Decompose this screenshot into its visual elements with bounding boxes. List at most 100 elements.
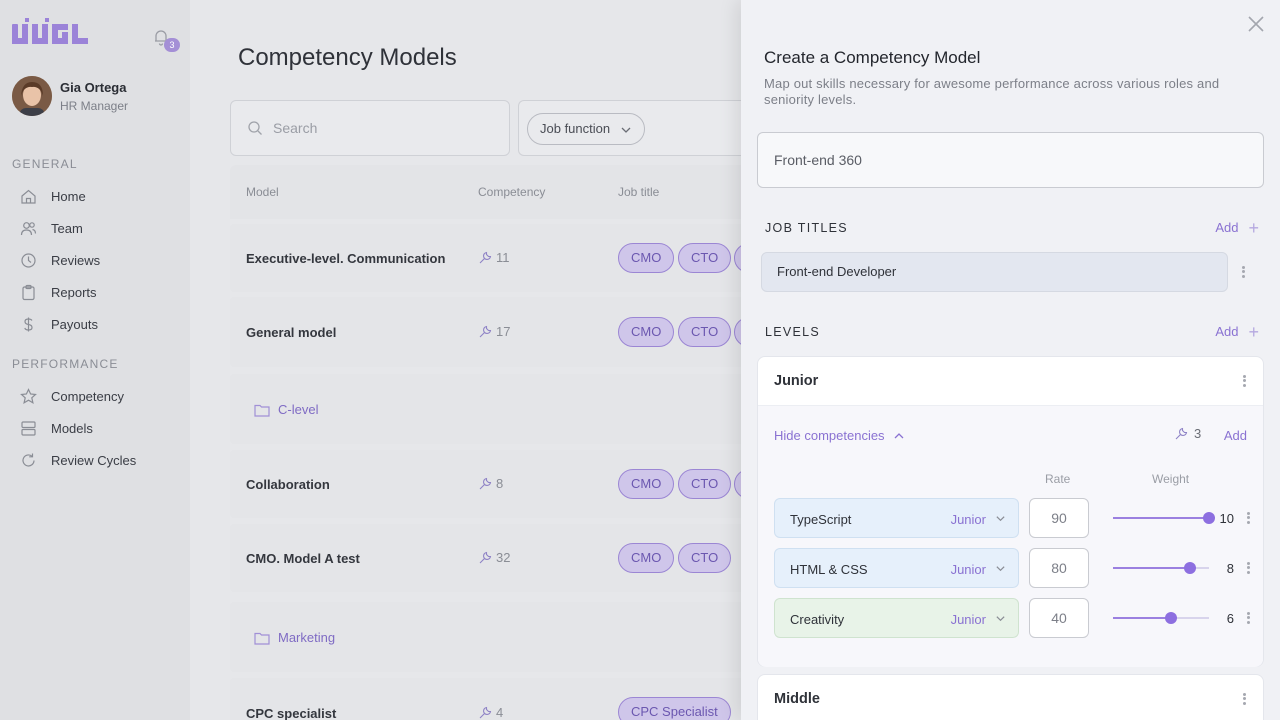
drawer-title: Create a Competency Model <box>764 48 981 67</box>
nav-section-performance: PERFORMANCE <box>12 357 119 371</box>
level-more-icon[interactable] <box>1236 691 1252 707</box>
chevron-down-icon <box>996 516 1005 522</box>
models-icon <box>21 420 36 436</box>
create-model-drawer: Create a Competency Model Map out skills… <box>741 0 1280 720</box>
rate-input[interactable]: 80 <box>1029 548 1089 588</box>
skill-select[interactable]: Creativity Junior <box>774 598 1019 638</box>
weight-slider[interactable] <box>1113 562 1209 574</box>
folder-icon <box>254 404 270 417</box>
count-value: 4 <box>496 705 504 720</box>
add-label: Add <box>1215 220 1239 235</box>
competency-more-icon[interactable] <box>1240 560 1256 576</box>
slider-handle[interactable] <box>1183 562 1196 574</box>
level-more-icon[interactable] <box>1236 373 1252 389</box>
table-row[interactable]: CMO. Model A test 32 CMO CTO <box>230 524 750 592</box>
level-name: Middle <box>774 691 820 707</box>
job-titles-label: JOB TITLES <box>765 221 848 235</box>
weight-slider[interactable] <box>1113 512 1215 524</box>
job-title-more-icon[interactable] <box>1235 264 1251 280</box>
chevron-down-icon <box>996 566 1005 572</box>
slider-fill <box>1113 617 1171 619</box>
add-level-button[interactable]: Add + <box>1215 321 1259 342</box>
table-row[interactable]: General model 17 CMO CTO <box>230 297 764 367</box>
job-title-chip[interactable]: Front-end Developer <box>761 252 1228 292</box>
level-card-junior: Junior Hide competencies 3 Add Rate Weig… <box>757 356 1264 667</box>
home-icon <box>21 189 36 204</box>
competency-row: Creativity Junior 40 6 <box>774 598 1264 638</box>
skill-name: Creativity <box>790 612 845 627</box>
job-tag[interactable]: CTO <box>678 317 732 347</box>
table-row[interactable]: CPC specialist 4 CPC Specialist <box>230 678 750 720</box>
job-tag[interactable]: CMO <box>618 543 675 573</box>
hide-competencies-toggle[interactable]: Hide competencies <box>774 428 905 443</box>
chevron-down-icon <box>996 616 1005 622</box>
model-name: CPC specialist <box>246 706 337 720</box>
rate-input[interactable]: 40 <box>1029 598 1089 638</box>
folder-row[interactable]: Marketing <box>230 602 750 672</box>
sidebar-item-review-cycles[interactable]: Review Cycles <box>20 450 136 470</box>
competency-count: 32 <box>478 550 510 565</box>
close-icon[interactable] <box>1246 14 1266 34</box>
slider-handle[interactable] <box>1203 512 1215 524</box>
competency-count: 3 <box>1174 426 1201 441</box>
rate-input[interactable]: 90 <box>1029 498 1089 538</box>
job-tag[interactable]: CMO <box>618 469 675 499</box>
job-tag[interactable]: CPC Specialist <box>618 697 731 720</box>
model-name-input[interactable] <box>757 132 1264 188</box>
sidebar: 3 Gia Ortega HR Manager GENERAL Home Tea… <box>0 0 190 720</box>
sidebar-item-models[interactable]: Models <box>20 418 93 438</box>
job-tag[interactable]: CMO <box>618 317 675 347</box>
avatar[interactable] <box>12 76 52 116</box>
skill-name: TypeScript <box>790 512 852 527</box>
sidebar-item-label: Payouts <box>51 316 98 332</box>
model-name: Collaboration <box>246 477 330 492</box>
level-card-middle[interactable]: Middle <box>757 674 1264 720</box>
star-icon <box>20 387 37 404</box>
folder-row[interactable]: C-level <box>230 374 750 444</box>
count-value: 32 <box>496 550 511 565</box>
sidebar-item-label: Review Cycles <box>51 452 137 468</box>
sidebar-item-reviews[interactable]: Reviews <box>20 250 100 270</box>
jugl-logo[interactable] <box>12 18 88 46</box>
job-tag[interactable]: CTO <box>678 469 732 499</box>
competency-more-icon[interactable] <box>1240 610 1256 626</box>
level-name: Junior <box>774 373 819 389</box>
slider-handle[interactable] <box>1164 612 1177 624</box>
job-tag[interactable]: CMO <box>618 243 675 273</box>
sidebar-item-label: Team <box>51 220 83 236</box>
weight-slider[interactable] <box>1113 612 1209 624</box>
job-tag[interactable]: CTO <box>678 243 732 273</box>
search-input[interactable]: Search <box>230 100 510 156</box>
notification-badge: 3 <box>164 38 180 52</box>
skill-select[interactable]: HTML & CSS Junior <box>774 548 1019 588</box>
column-header-competency: Competency <box>478 185 546 199</box>
slider-fill <box>1113 517 1209 519</box>
user-name: Gia Ortega <box>60 80 127 95</box>
wrench-icon <box>479 477 492 489</box>
table-row[interactable]: Executive-level. Communication 11 CMO CT… <box>230 224 764 292</box>
chevron-up-icon <box>894 432 904 438</box>
sidebar-item-reports[interactable]: Reports <box>20 282 97 302</box>
clock-icon <box>21 252 36 268</box>
table-row[interactable]: Collaboration 8 CMO CTO <box>230 450 764 518</box>
sidebar-item-competency[interactable]: Competency <box>20 386 124 406</box>
sidebar-item-home[interactable]: Home <box>20 186 86 206</box>
job-function-filter[interactable]: Job function <box>527 113 646 145</box>
count-value: 3 <box>1194 426 1202 441</box>
job-tag[interactable]: CTO <box>678 543 732 573</box>
competency-row: TypeScript Junior 90 10 <box>774 498 1264 538</box>
sidebar-item-payouts[interactable]: Payouts <box>20 314 98 334</box>
skill-level: Junior <box>950 512 986 527</box>
refresh-icon <box>22 453 35 466</box>
count-value: 17 <box>496 324 511 339</box>
sidebar-item-team[interactable]: Team <box>20 218 83 238</box>
competency-more-icon[interactable] <box>1240 510 1256 526</box>
job-function-label: Job function <box>540 121 611 136</box>
skill-select[interactable]: TypeScript Junior <box>774 498 1019 538</box>
weight-header: Weight <box>1152 472 1190 486</box>
plus-icon: + <box>1248 321 1259 342</box>
sidebar-item-label: Competency <box>51 388 124 404</box>
add-job-title-button[interactable]: Add + <box>1215 219 1259 237</box>
add-competency-button[interactable]: Add <box>1224 428 1247 443</box>
table-header: Model Competency Job title <box>230 165 750 219</box>
